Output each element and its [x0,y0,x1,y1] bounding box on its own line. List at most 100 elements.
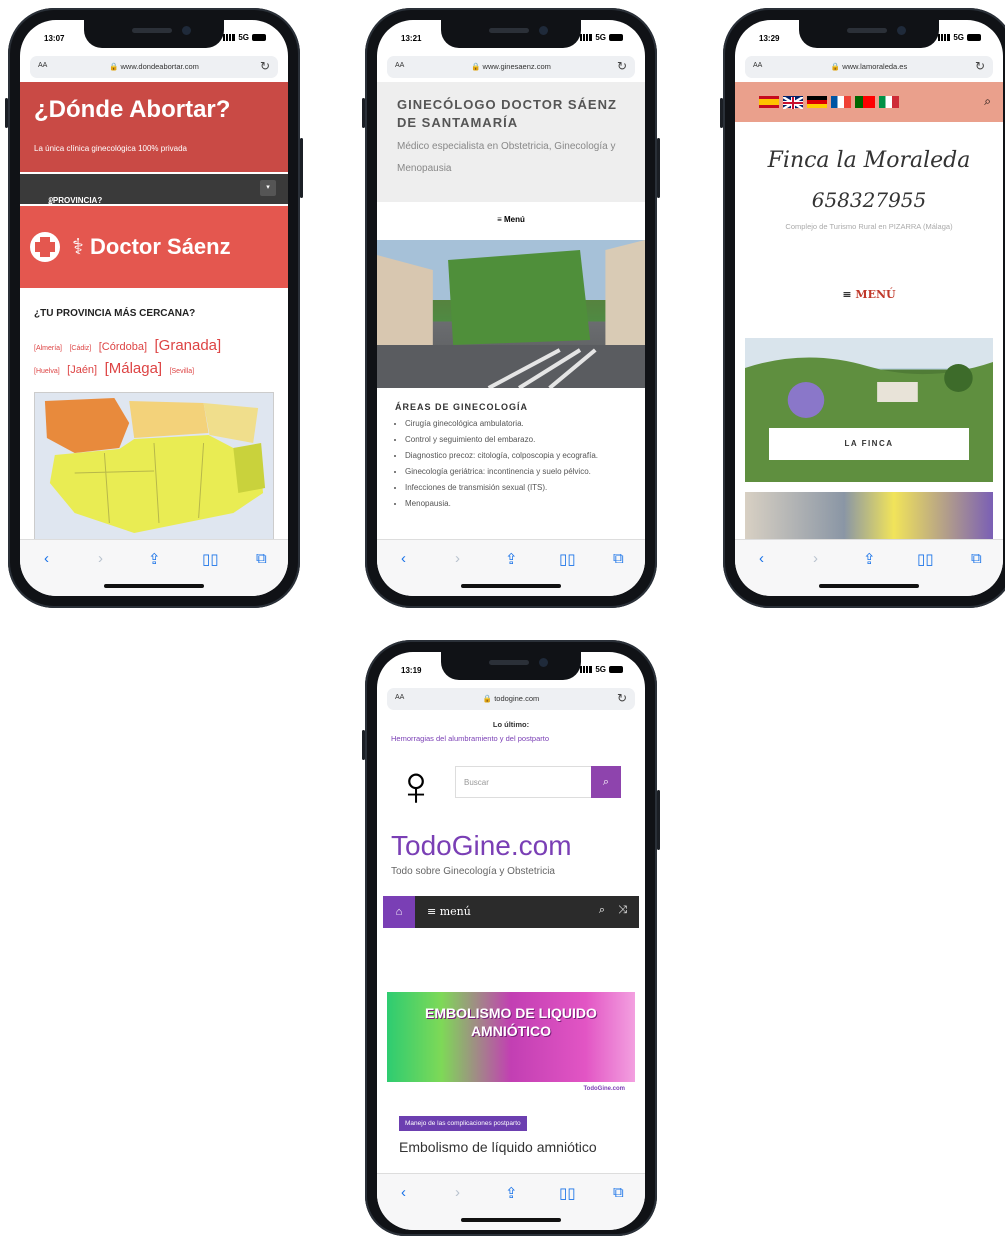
province-links: [Almería] [Cádiz] [Córdoba] [Granada] [H… [34,336,278,382]
phone-screen: 13:19 5G AA 🔒 todogine.com ↻ Lo último: … [377,652,645,1230]
battery-icon [252,34,266,41]
province-link-cordoba[interactable]: [Córdoba] [99,341,147,353]
portugal-flag-icon[interactable] [855,96,875,108]
reload-icon[interactable]: ↻ [260,59,270,73]
signal-icon [580,34,593,41]
site-title[interactable]: Finca la Moraleda [735,148,1003,173]
uk-flag-icon[interactable] [782,95,804,111]
bookmarks-icon[interactable]: ▯▯ [917,550,934,568]
tabs-icon[interactable]: ⧉ [971,550,982,567]
banner-signature: TodoGine.com [583,1086,625,1092]
site-title[interactable]: ¿Dónde Abortar? [34,96,230,124]
category-badge[interactable]: Manejo de las complicaciones postparto [399,1116,527,1131]
tabs-icon[interactable]: ⧉ [613,1184,624,1201]
home-indicator [461,584,561,588]
address-bar[interactable]: AA 🔒 www.dondeabortar.com ↻ [30,56,278,78]
province-link-malaga[interactable]: [Málaga] [105,360,163,377]
forward-icon[interactable]: › [98,550,103,567]
reload-icon[interactable]: ↻ [975,59,985,73]
area-item[interactable]: Menopausia. [405,498,629,509]
lock-icon: 🔒 [482,694,495,703]
andalusia-map-image[interactable] [34,392,274,540]
menu-toggle[interactable]: ≡ MENÚ [735,288,1003,301]
address-bar[interactable]: AA 🔒 www.lamoraleda.es ↻ [745,56,993,78]
site-tagline: Todo sobre Ginecología y Obstetricia [391,866,555,877]
finca-photo[interactable]: LA FINCA [745,338,993,482]
province-dropdown[interactable]: ⚲ ¿PROVINCIA? ▾ [20,174,288,205]
article-banner-image[interactable]: EMBOLISMO DE LIQUIDO AMNIÓTICO [387,992,635,1082]
forward-icon[interactable]: › [455,1184,460,1201]
phone-screen: 13:07 5G AA 🔒 www.dondeabortar.com ↻ ¿Dó… [20,20,288,596]
browser-toolbar: ‹ › ⇪ ▯▯ ⧉ [735,539,1003,596]
signal-icon [580,666,593,673]
doctor-banner[interactable]: ⚕ Doctor Sáenz [20,206,288,288]
share-icon[interactable]: ⇪ [505,1184,518,1202]
germany-flag-icon[interactable] [807,96,827,108]
phone-mockup-3: 13:29 5G AA 🔒 www.lamoraleda.es ↻ ⌕ Finc… [720,8,1005,608]
latest-article-link[interactable]: Hemorragias del alumbramiento y del post… [391,734,635,743]
tabs-icon[interactable]: ⧉ [613,550,624,567]
search-icon[interactable]: ⌕ [984,94,991,109]
phone-mockup-4: 13:19 5G AA 🔒 todogine.com ↻ Lo último: … [362,640,660,1236]
bookmarks-icon[interactable]: ▯▯ [202,550,219,568]
spain-flag-icon[interactable] [759,96,779,108]
address-bar[interactable]: AA 🔒 www.ginesaenz.com ↻ [387,56,635,78]
france-flag-icon[interactable] [831,96,851,108]
back-icon[interactable]: ‹ [44,550,49,567]
italy-flag-icon[interactable] [879,96,899,108]
province-link-cadiz[interactable]: [Cádiz] [69,345,91,352]
home-indicator [819,584,919,588]
reload-icon[interactable]: ↻ [617,691,627,705]
bookmarks-icon[interactable]: ▯▯ [559,550,576,568]
area-item[interactable]: Ginecología geriátrica: incontinencia y … [405,466,629,477]
area-item[interactable]: Control y seguimiento del embarazo. [405,434,629,445]
interior-photo[interactable] [745,492,993,540]
venus-symbol-icon: ♀ [395,754,437,817]
province-link-sevilla[interactable]: [Sevilla] [170,368,195,375]
article-title[interactable]: Embolismo de líquido amniótico [399,1138,625,1156]
browser-toolbar: ‹ › ⇪ ▯▯ ⧉ [377,539,645,596]
share-icon[interactable]: ⇪ [863,550,876,568]
address-bar[interactable]: AA 🔒 todogine.com ↻ [387,688,635,710]
area-item[interactable]: Infecciones de transmisión sexual (ITS). [405,482,629,493]
phone-number[interactable]: 658327955 [735,188,1003,212]
la-finca-button[interactable]: LA FINCA [769,428,969,460]
home-indicator [461,1218,561,1222]
battery-icon [967,34,981,41]
url-text: www.dondeabortar.com [120,62,199,71]
area-item[interactable]: Diagnostico precoz: citología, colposcop… [405,450,629,461]
site-subtitle: Médico especialista en Obstetricia, Gine… [397,141,616,174]
bookmarks-icon[interactable]: ▯▯ [559,1184,576,1202]
search-input[interactable]: Buscar [455,766,593,798]
back-icon[interactable]: ‹ [759,550,764,567]
hamburger-icon: ≡ [497,215,504,224]
back-icon[interactable]: ‹ [401,550,406,567]
phone-screen: 13:29 5G AA 🔒 www.lamoraleda.es ↻ ⌕ Finc… [735,20,1003,596]
back-icon[interactable]: ‹ [401,1184,406,1201]
province-link-huelva[interactable]: [Huelva] [34,368,60,375]
forward-icon[interactable]: › [455,550,460,567]
status-time: 13:07 [44,34,65,43]
province-link-jaen[interactable]: [Jaén] [67,364,97,376]
reload-icon[interactable]: ↻ [617,59,627,73]
phone-mockup-1: 13:07 5G AA 🔒 www.dondeabortar.com ↻ ¿Dó… [5,8,303,608]
province-link-granada[interactable]: [Granada] [154,337,221,354]
menu-toggle[interactable]: ≡ Menú [377,202,645,238]
home-icon[interactable]: ⌂ [383,896,415,928]
lock-icon: 🔒 [109,62,121,71]
area-item[interactable]: Cirugía ginecológica ambulatoria. [405,418,629,429]
tabs-icon[interactable]: ⧉ [256,550,267,567]
browser-toolbar: ‹ › ⇪ ▯▯ ⧉ [20,539,288,596]
site-title[interactable]: TodoGine.com [391,830,572,862]
site-title[interactable]: GINECÓLOGO DOCTOR SÁENZ DE SANTAMARÍA [397,96,627,132]
search-button[interactable]: ⌕ [591,766,621,798]
menu-toggle[interactable]: ≡ menú [427,905,471,918]
share-icon[interactable]: ⇪ [505,550,518,568]
province-link-almeria[interactable]: [Almería] [34,345,62,352]
chevron-down-icon[interactable]: ▾ [260,180,276,196]
forward-icon[interactable]: › [813,550,818,567]
search-icon[interactable]: ⌕ [599,904,605,917]
url-text: todogine.com [494,694,540,703]
share-icon[interactable]: ⇪ [148,550,161,568]
shuffle-icon[interactable]: ⤨ [618,904,627,917]
